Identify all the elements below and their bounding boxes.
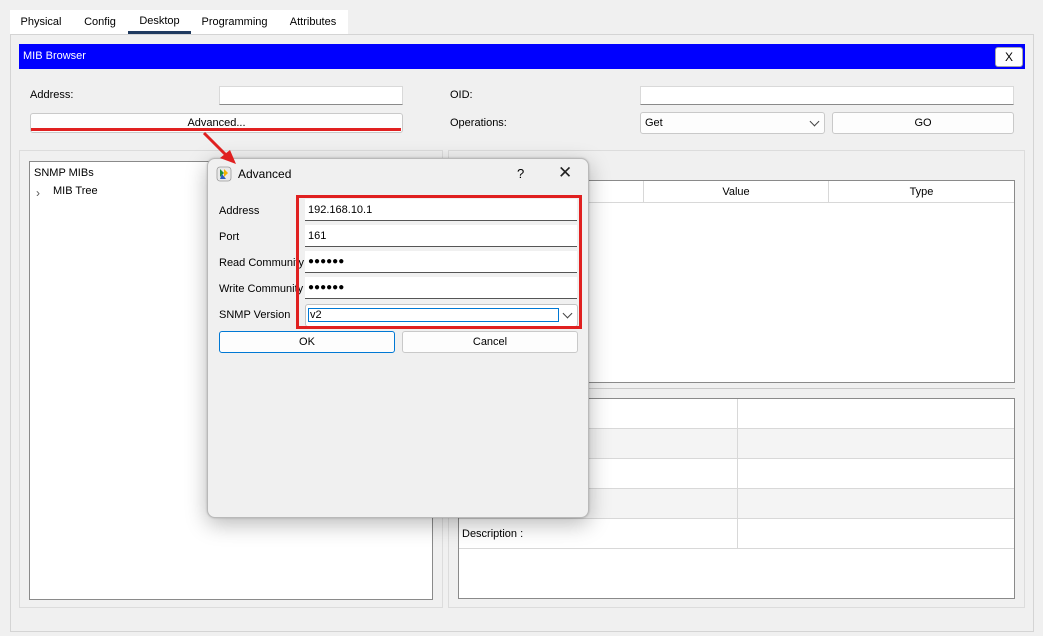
tab-desktop[interactable]: Desktop — [128, 10, 191, 34]
address-input[interactable] — [219, 86, 403, 105]
operations-selected: Get — [645, 117, 663, 129]
description-label: Description : — [462, 528, 524, 540]
dialog-close-icon[interactable]: ✕ — [558, 163, 572, 183]
tab-attributes[interactable]: Attributes — [278, 10, 348, 34]
snmp-version-label: SNMP Version — [219, 309, 291, 321]
cancel-button[interactable]: Cancel — [402, 331, 578, 353]
read-community-label: Read Community — [219, 257, 304, 269]
dialog-port-label: Port — [219, 231, 240, 243]
highlight-box — [296, 195, 582, 329]
mib-browser-titlebar: MIB Browser — [19, 44, 1025, 69]
column-header-value[interactable]: Value — [644, 181, 829, 203]
dialog-address-label: Address — [219, 205, 260, 217]
annotation-arrow-icon — [202, 131, 236, 164]
operations-label: Operations: — [450, 117, 507, 129]
tab-config[interactable]: Config — [72, 10, 128, 34]
mib-tree-root[interactable]: MIB Tree — [53, 185, 98, 197]
operations-select[interactable]: Get — [640, 112, 825, 134]
write-community-label: Write Community — [219, 283, 304, 295]
mib-tree-header: SNMP MIBs — [34, 167, 94, 179]
ok-button[interactable]: OK — [219, 331, 395, 353]
chevron-down-icon — [809, 116, 820, 127]
tab-physical[interactable]: Physical — [10, 10, 72, 34]
go-button[interactable]: GO — [832, 112, 1014, 134]
dialog-title: Advanced — [238, 167, 292, 181]
tab-programming[interactable]: Programming — [191, 10, 278, 34]
chevron-right-icon[interactable]: › — [36, 186, 40, 200]
column-header-type[interactable]: Type — [829, 181, 1014, 203]
tab-bar: Physical Config Desktop Programming Attr… — [10, 10, 348, 34]
oid-label: OID: — [450, 89, 473, 101]
help-button[interactable]: ? — [517, 166, 524, 181]
details-row: Description : — [459, 519, 1014, 549]
oid-input[interactable] — [640, 86, 1014, 105]
close-button[interactable]: X — [995, 47, 1023, 67]
address-label: Address: — [30, 89, 74, 101]
window-title: MIB Browser — [23, 50, 86, 62]
